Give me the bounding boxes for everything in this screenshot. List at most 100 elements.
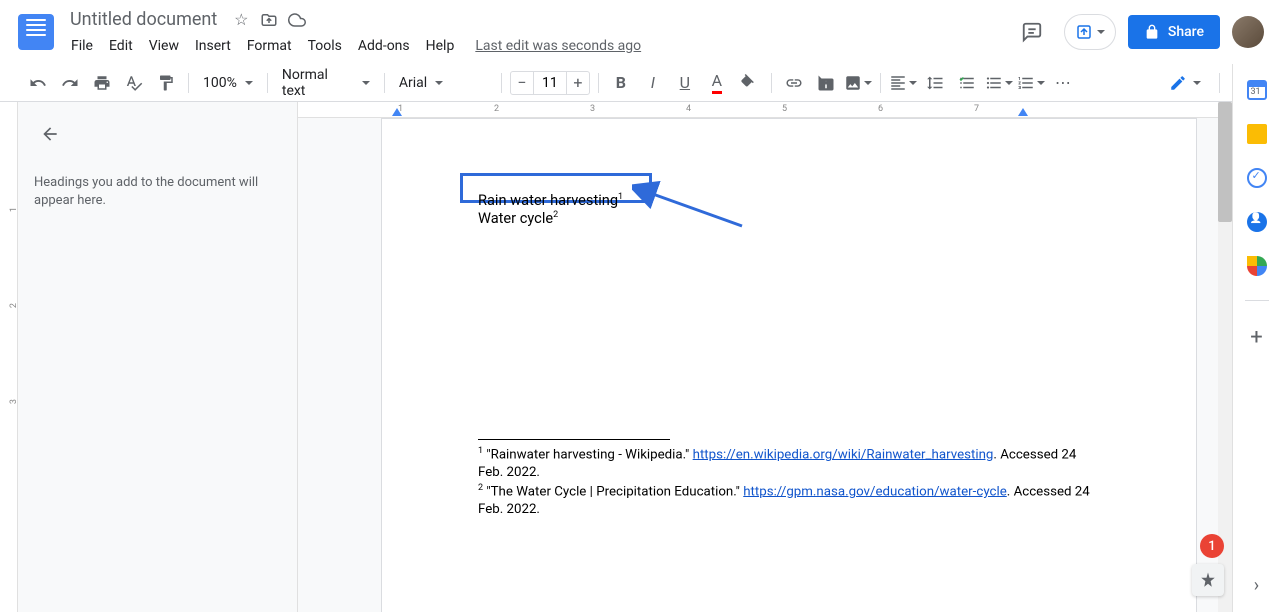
document-area: 1 2 3 4 5 6 7 Rain water harvesting1 Wat…: [298, 102, 1280, 612]
line-spacing-button[interactable]: [921, 69, 949, 97]
link-button[interactable]: [780, 69, 808, 97]
title-area: Untitled document ☆ File Edit View Inser…: [64, 6, 1012, 58]
toolbar-separator: [771, 73, 772, 93]
text-line-1[interactable]: Rain water harvesting1: [478, 191, 623, 209]
header-right: Share: [1012, 12, 1264, 52]
align-button[interactable]: [889, 69, 917, 97]
horizontal-ruler[interactable]: 1 2 3 4 5 6 7: [298, 102, 1280, 118]
vertical-scrollbar[interactable]: [1218, 102, 1232, 612]
chevron-down-icon: [909, 81, 917, 85]
bulleted-list-button[interactable]: [985, 69, 1013, 97]
chevron-down-icon: [362, 81, 370, 85]
cloud-status-icon[interactable]: [287, 10, 307, 30]
footnote-2[interactable]: 2 "The Water Cycle | Precipitation Educa…: [478, 483, 1102, 518]
menu-addons[interactable]: Add-ons: [351, 34, 417, 58]
italic-button[interactable]: I: [639, 69, 667, 97]
comments-button[interactable]: [1012, 12, 1052, 52]
style-select[interactable]: Normal text: [276, 63, 376, 103]
tasks-icon[interactable]: [1247, 168, 1267, 188]
outline-empty-message: Headings you add to the document will ap…: [34, 174, 281, 210]
font-select[interactable]: Arial: [393, 71, 493, 95]
menu-view[interactable]: View: [142, 34, 186, 58]
menu-format[interactable]: Format: [240, 34, 299, 58]
font-size-increase[interactable]: +: [566, 71, 590, 95]
outline-back-button[interactable]: [34, 118, 66, 150]
font-size-control: − +: [510, 71, 590, 95]
menu-file[interactable]: File: [64, 34, 100, 58]
text-line-2[interactable]: Water cycle2: [478, 209, 623, 227]
toolbar-separator: [880, 73, 881, 93]
menu-tools[interactable]: Tools: [301, 34, 349, 58]
toolbar-separator: [267, 73, 268, 93]
annotation-arrow: [632, 181, 752, 231]
keep-icon[interactable]: [1247, 124, 1267, 144]
page[interactable]: Rain water harvesting1 Water cycle2 1 "R…: [381, 118, 1197, 612]
main: 1 2 3 Headings you add to the document w…: [0, 102, 1280, 612]
chevron-down-icon: [1037, 81, 1045, 85]
share-label: Share: [1168, 24, 1204, 40]
paint-format-button[interactable]: [152, 69, 180, 97]
footnotes-section: 1 "Rainwater harvesting - Wikipedia." ht…: [478, 439, 1102, 520]
footnote-link-1[interactable]: https://en.wikipedia.org/wiki/Rainwater_…: [693, 447, 994, 462]
side-panel: + ›: [1232, 64, 1280, 612]
undo-button[interactable]: [24, 69, 52, 97]
font-size-input[interactable]: [534, 71, 566, 95]
chevron-down-icon: [1097, 30, 1105, 34]
footnote-1[interactable]: 1 "Rainwater harvesting - Wikipedia." ht…: [478, 446, 1102, 481]
user-avatar[interactable]: [1232, 16, 1264, 48]
toolbar-separator: [501, 73, 502, 93]
docs-icon: [18, 14, 54, 50]
docs-logo[interactable]: [16, 12, 56, 52]
header: Untitled document ☆ File Edit View Inser…: [0, 0, 1280, 64]
menubar: File Edit View Insert Format Tools Add-o…: [64, 34, 1012, 58]
add-addon-button[interactable]: +: [1250, 325, 1262, 350]
comment-button[interactable]: [812, 69, 840, 97]
print-button[interactable]: [88, 69, 116, 97]
present-button[interactable]: [1064, 14, 1116, 50]
calendar-icon[interactable]: [1247, 80, 1267, 100]
collapse-sidepanel-button[interactable]: ›: [1254, 575, 1259, 596]
bold-button[interactable]: B: [607, 69, 635, 97]
body-text[interactable]: Rain water harvesting1 Water cycle2: [478, 191, 623, 227]
indent-left-marker[interactable]: [392, 108, 402, 116]
redo-button[interactable]: [56, 69, 84, 97]
chevron-down-icon: [435, 81, 443, 85]
document-wrap: Rain water harvesting1 Water cycle2 1 "R…: [298, 118, 1280, 612]
indent-right-marker[interactable]: [1018, 108, 1028, 116]
text-color-button[interactable]: A: [703, 69, 731, 97]
outline-panel: Headings you add to the document will ap…: [18, 102, 298, 612]
more-options-button[interactable]: ⋯: [1049, 69, 1077, 97]
star-icon[interactable]: ☆: [231, 10, 251, 30]
toolbar-separator: [384, 73, 385, 93]
toolbar-separator: [1219, 73, 1220, 93]
zoom-select[interactable]: 100%: [197, 71, 259, 95]
chevron-down-icon: [245, 81, 253, 85]
highlight-button[interactable]: [735, 69, 763, 97]
menu-edit[interactable]: Edit: [102, 34, 140, 58]
chevron-down-icon: [864, 81, 872, 85]
document-title[interactable]: Untitled document: [64, 7, 223, 32]
toolbar-separator: [598, 73, 599, 93]
scrollbar-thumb[interactable]: [1218, 102, 1232, 222]
explore-button[interactable]: [1192, 564, 1224, 596]
contacts-icon[interactable]: [1247, 212, 1267, 232]
title-row: Untitled document ☆: [64, 6, 1012, 34]
sidepanel-divider: [1245, 300, 1269, 301]
numbered-list-button[interactable]: [1017, 69, 1045, 97]
move-icon[interactable]: [259, 10, 279, 30]
maps-icon[interactable]: [1247, 256, 1267, 276]
image-button[interactable]: [844, 69, 872, 97]
share-button[interactable]: Share: [1128, 15, 1220, 49]
menu-insert[interactable]: Insert: [188, 34, 238, 58]
checklist-button[interactable]: [953, 69, 981, 97]
explore-notification-badge[interactable]: 1: [1200, 534, 1224, 558]
editing-mode-button[interactable]: [1159, 68, 1211, 98]
font-size-decrease[interactable]: −: [510, 71, 534, 95]
menu-help[interactable]: Help: [419, 34, 462, 58]
footnote-link-2[interactable]: https://gpm.nasa.gov/education/water-cyc…: [743, 484, 1007, 499]
underline-button[interactable]: U: [671, 69, 699, 97]
spellcheck-button[interactable]: [120, 69, 148, 97]
chevron-down-icon: [1005, 81, 1013, 85]
toolbar-separator: [188, 73, 189, 93]
last-edit-link[interactable]: Last edit was seconds ago: [475, 38, 641, 54]
